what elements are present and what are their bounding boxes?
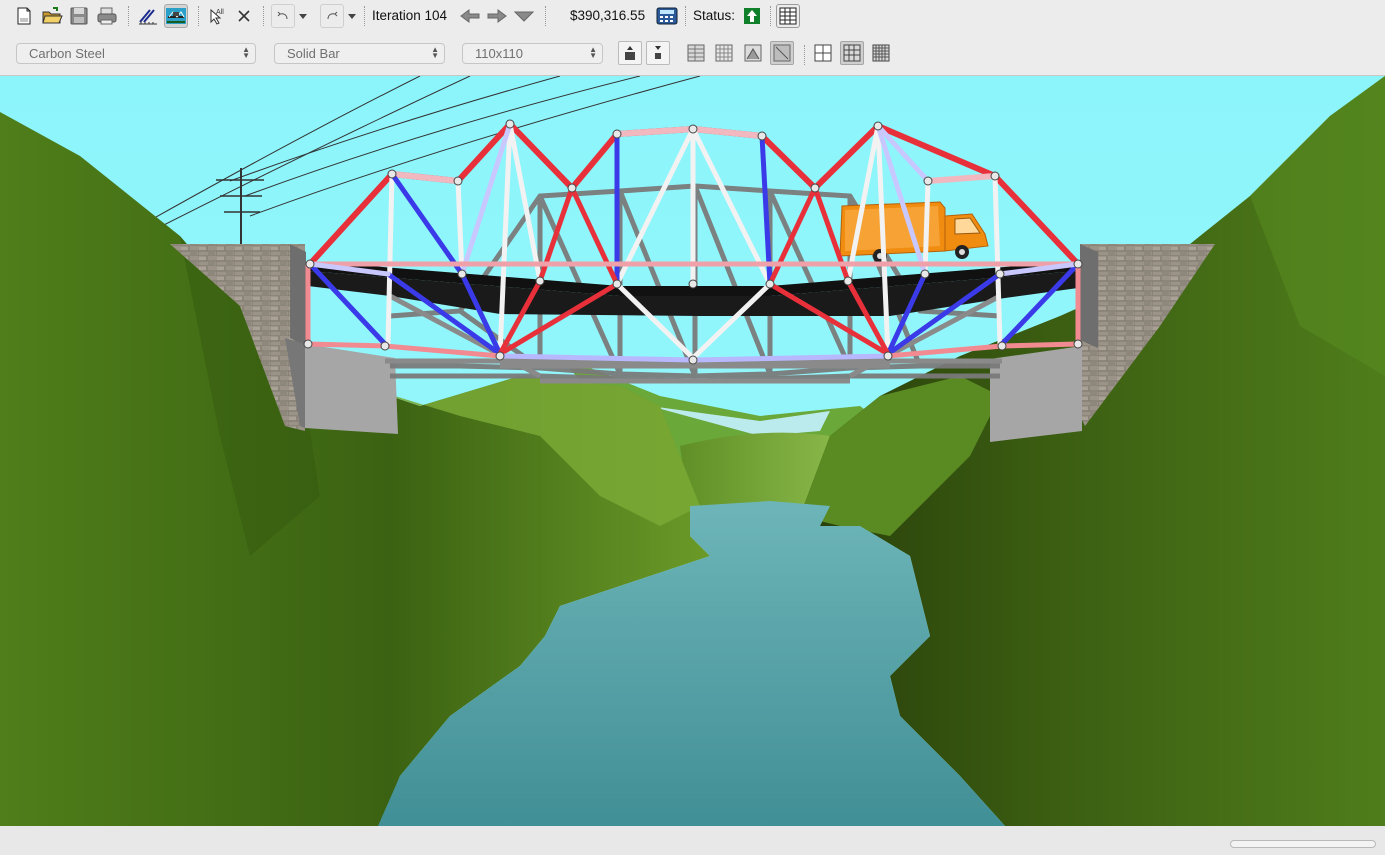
cost-calculator-icon bbox=[656, 7, 678, 25]
decrease-size-icon bbox=[655, 46, 661, 59]
undo-dropdown-button[interactable] bbox=[295, 4, 311, 28]
coarse-grid-button[interactable] bbox=[811, 41, 835, 65]
status-indicator[interactable] bbox=[740, 4, 764, 28]
redo-icon bbox=[327, 11, 338, 20]
template-icon bbox=[744, 44, 762, 62]
horizontal-scrollbar[interactable] bbox=[1230, 840, 1376, 848]
load-test-animation-view[interactable] bbox=[0, 75, 1385, 826]
new-document-icon bbox=[17, 7, 31, 25]
select-arrows-icon: ▲ ▼ bbox=[431, 45, 439, 60]
decrease-size-button[interactable] bbox=[646, 41, 670, 65]
member-size-select[interactable]: 110x110 ▲ ▼ bbox=[462, 43, 603, 64]
member-list-icon bbox=[687, 44, 705, 62]
chevron-down-icon bbox=[348, 14, 356, 19]
redo-dropdown-button[interactable] bbox=[344, 4, 360, 28]
back-iteration-icon bbox=[460, 9, 480, 23]
material-select-value: Carbon Steel bbox=[29, 46, 105, 61]
toolbar-separator bbox=[263, 6, 265, 26]
cost-calculator-button[interactable] bbox=[655, 4, 679, 28]
increase-size-icon bbox=[625, 46, 635, 60]
forward-iteration-icon bbox=[487, 9, 507, 23]
toolbar-separator bbox=[364, 6, 366, 26]
show-member-list-button[interactable] bbox=[684, 41, 708, 65]
open-button[interactable] bbox=[40, 4, 64, 28]
delete-button[interactable] bbox=[232, 4, 256, 28]
open-folder-icon bbox=[42, 7, 63, 24]
animation-icon bbox=[773, 44, 791, 62]
print-icon bbox=[97, 7, 117, 25]
report-button[interactable] bbox=[776, 4, 800, 28]
show-templates-button[interactable] bbox=[741, 41, 765, 65]
save-button[interactable] bbox=[67, 4, 91, 28]
chevron-down-icon bbox=[299, 14, 307, 19]
new-document-button[interactable] bbox=[12, 4, 36, 28]
select-arrows-icon: ▲ ▼ bbox=[242, 45, 250, 60]
status-label: Status: bbox=[693, 8, 736, 23]
toolbar-separator bbox=[128, 6, 130, 26]
iteration-menu-icon bbox=[513, 11, 535, 22]
status-pass-icon bbox=[744, 8, 760, 24]
save-icon bbox=[70, 7, 88, 25]
cross-section-select[interactable]: Solid Bar ▲ ▼ bbox=[274, 43, 445, 64]
status-bar bbox=[0, 826, 1385, 855]
cross-section-select-value: Solid Bar bbox=[287, 46, 340, 61]
show-animation-button[interactable] bbox=[770, 41, 794, 65]
toolbar-separator bbox=[770, 6, 772, 26]
member-properties-toolbar: Carbon Steel ▲ ▼ Solid Bar ▲ ▼ 110x110 ▲ ▼ bbox=[0, 33, 1385, 76]
grid-icon bbox=[715, 44, 733, 62]
increase-size-button[interactable] bbox=[618, 41, 642, 65]
member-size-select-value: 110x110 bbox=[475, 46, 523, 61]
show-grid-button[interactable] bbox=[712, 41, 736, 65]
iteration-label: Iteration 104 bbox=[372, 8, 448, 23]
toolbar-separator bbox=[685, 6, 687, 26]
iteration-menu-button[interactable] bbox=[511, 4, 537, 28]
coarse-grid-icon bbox=[814, 44, 832, 62]
load-test-button[interactable] bbox=[164, 4, 188, 28]
select-all-icon: All bbox=[210, 8, 224, 25]
medium-grid-icon bbox=[843, 44, 861, 62]
forward-iteration-button[interactable] bbox=[484, 4, 510, 28]
back-iteration-button[interactable] bbox=[457, 4, 483, 28]
print-button[interactable] bbox=[95, 4, 119, 28]
load-test-icon bbox=[166, 8, 186, 24]
fine-grid-icon bbox=[872, 44, 890, 62]
redo-button[interactable] bbox=[320, 4, 344, 28]
fine-grid-button[interactable] bbox=[869, 41, 893, 65]
medium-grid-button[interactable] bbox=[840, 41, 864, 65]
draw-members-button[interactable] bbox=[136, 4, 160, 28]
report-icon bbox=[779, 7, 797, 25]
material-select[interactable]: Carbon Steel ▲ ▼ bbox=[16, 43, 256, 64]
cost-display: $390,316.55 bbox=[570, 8, 646, 23]
delete-icon bbox=[238, 10, 250, 22]
select-arrows-icon: ▲ ▼ bbox=[589, 45, 597, 60]
toolbar-separator bbox=[198, 6, 200, 26]
draw-members-icon bbox=[139, 9, 157, 25]
toolbar-separator bbox=[545, 6, 547, 26]
undo-button[interactable] bbox=[271, 4, 295, 28]
toolbar-separator bbox=[804, 45, 806, 65]
main-toolbar: All Iteration 104 $390,316.55 Status: bbox=[0, 0, 1385, 33]
select-all-button[interactable]: All bbox=[205, 4, 229, 28]
undo-icon bbox=[277, 11, 288, 20]
bridge-3d-scene bbox=[0, 75, 1385, 826]
